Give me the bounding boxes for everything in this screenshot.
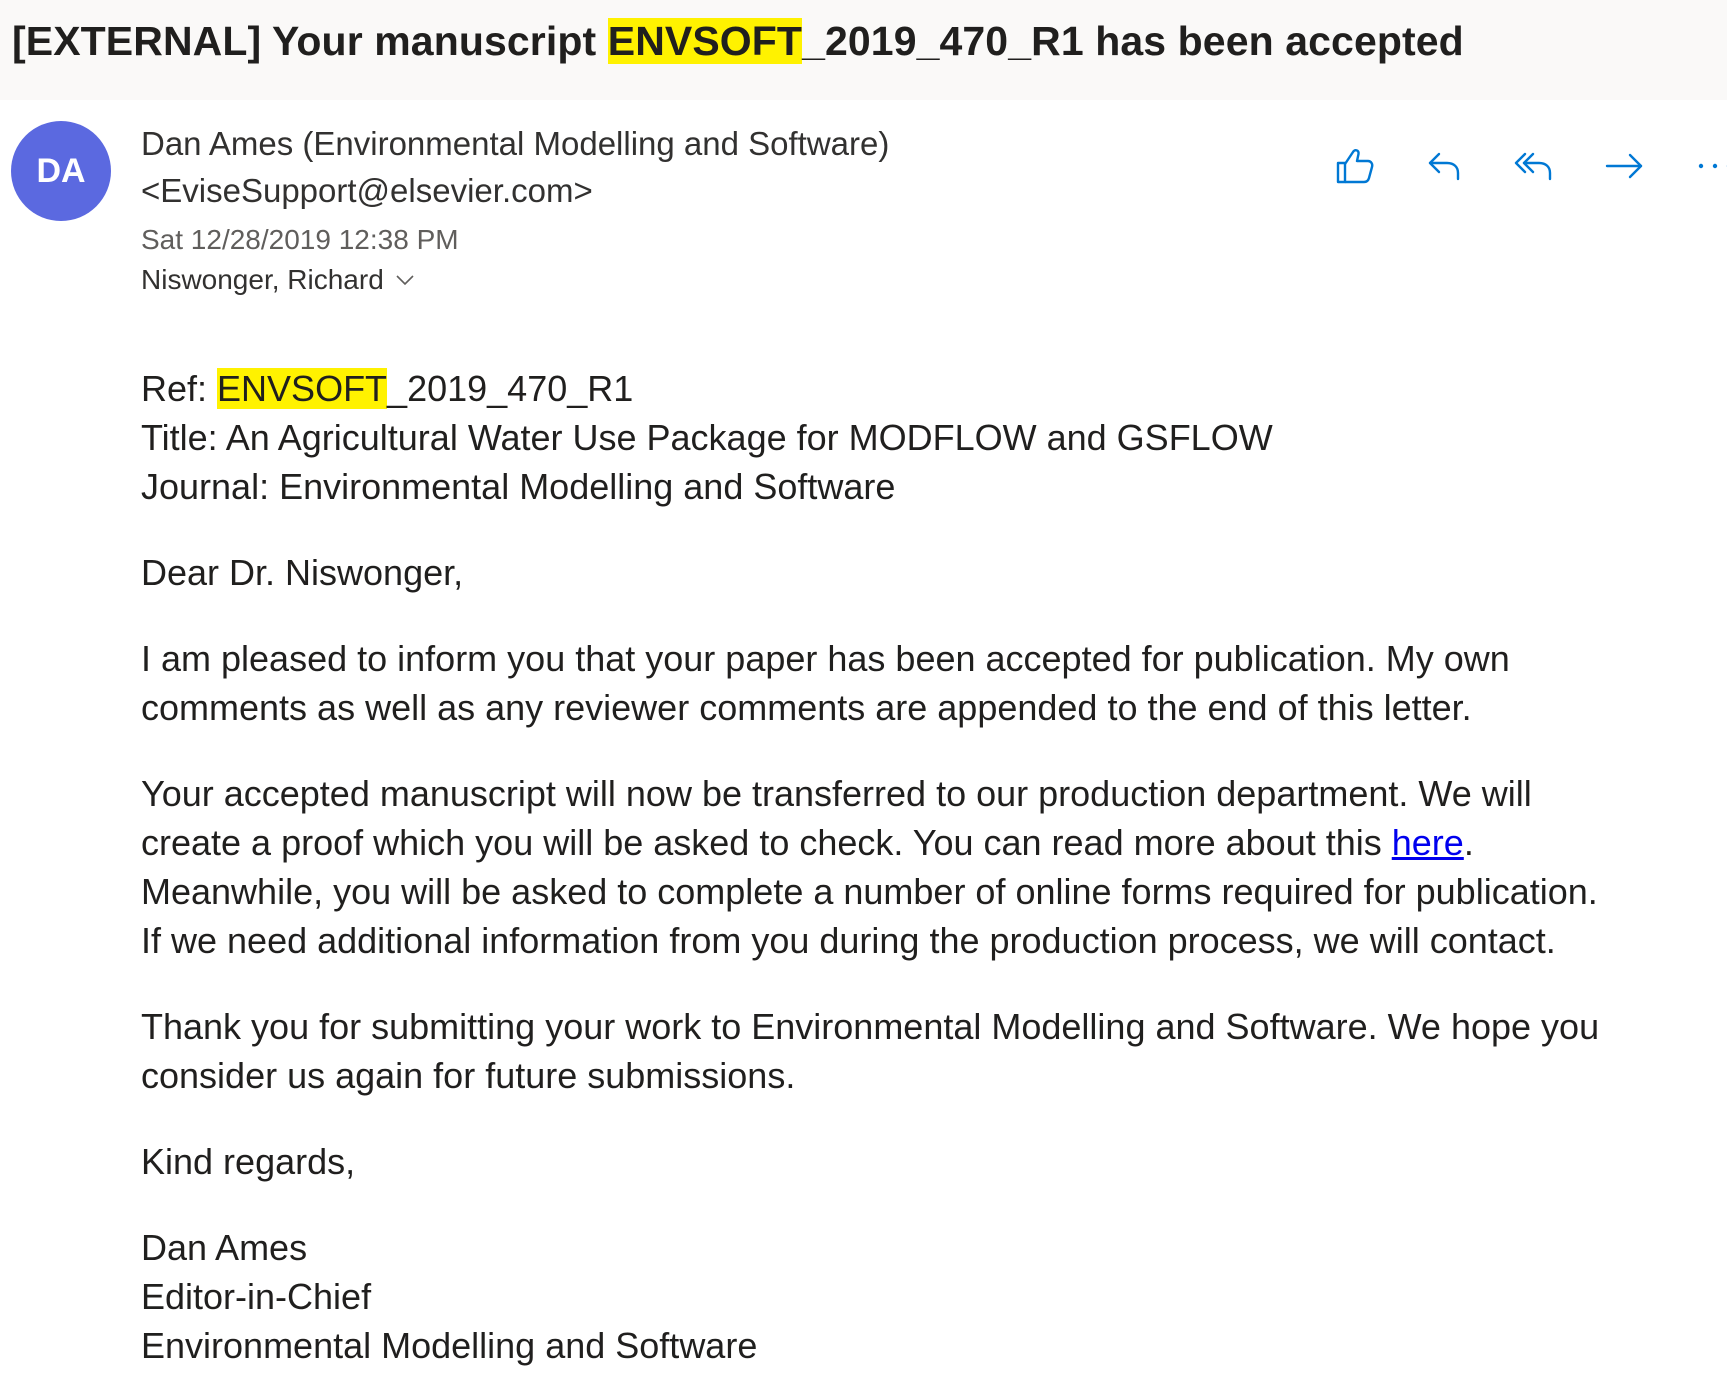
thumbs-up-icon [1333,144,1377,193]
sent-date: Sat 12/28/2019 12:38 PM [141,224,459,255]
title-line: Title: An Agricultural Water Use Package… [141,417,1273,458]
signature-title: Editor-in-Chief [141,1276,372,1317]
journal-line: Journal: Environmental Modelling and Sof… [141,466,896,507]
para1-line1: I am pleased to inform you that your pap… [141,638,1510,679]
ref-highlight: ENVSOFT [217,368,388,409]
reply-all-icon [1513,146,1557,191]
para1-line2: comments as well as any reviewer comment… [141,687,1472,728]
forward-button[interactable] [1580,140,1670,196]
subject-highlight: ENVSOFT [607,18,803,64]
here-link[interactable]: here [1392,822,1464,863]
para2-line4: If we need additional information from y… [141,920,1556,961]
message-actions [1310,140,1727,196]
reply-button[interactable] [1400,140,1490,196]
closing: Kind regards, [141,1141,356,1182]
para3-line1: Thank you for submitting your work to En… [141,1006,1600,1047]
forward-icon [1603,146,1647,191]
ref-line: Ref: ENVSOFT_2019_470_R1 [141,364,1701,413]
sender-avatar[interactable]: DA [11,121,111,221]
signature-name: Dan Ames [141,1227,308,1268]
para2-line2: create a proof which you will be asked t… [141,818,1701,867]
para2-line3: Meanwhile, you will be asked to complete… [141,871,1598,912]
subject-bar: [EXTERNAL] Your manuscript ENVSOFT_2019_… [0,0,1727,100]
greeting: Dear Dr. Niswonger, [141,552,464,593]
subject-suffix: _2019_470_R1 has been accepted [802,18,1464,64]
email-subject: [EXTERNAL] Your manuscript ENVSOFT_2019_… [12,18,1464,65]
sender-email[interactable]: <EviseSupport@elsevier.com> [141,167,1241,214]
recipient-line[interactable]: Niswonger, Richard [141,260,1241,300]
para2-line2-before: create a proof which you will be asked t… [141,822,1392,863]
para3-line2: consider us again for future submissions… [141,1055,796,1096]
more-actions-button[interactable] [1670,140,1727,196]
reply-icon [1425,146,1465,191]
para2-line1: Your accepted manuscript will now be tra… [141,773,1532,814]
like-button[interactable] [1310,140,1400,196]
para2-line2-after: . [1463,822,1474,863]
signature-journal: Environmental Modelling and Software [141,1325,758,1366]
reply-all-button[interactable] [1490,140,1580,196]
ref-rest: _2019_470_R1 [387,368,634,409]
sender-name[interactable]: Dan Ames (Environmental Modelling and So… [141,120,1241,167]
message-header: Dan Ames (Environmental Modelling and So… [141,120,1241,300]
subject-prefix: [EXTERNAL] Your manuscript [12,18,608,64]
ref-label: Ref: [141,368,218,409]
avatar-initials: DA [36,151,86,190]
message-body: Ref: ENVSOFT_2019_470_R1 Title: An Agric… [141,364,1701,1370]
chevron-down-icon[interactable] [394,269,416,291]
recipient-name: Niswonger, Richard [141,264,384,295]
more-icon [1693,159,1727,177]
